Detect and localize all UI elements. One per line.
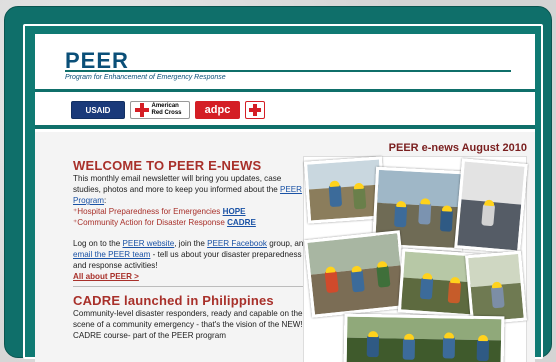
photo-4 (304, 230, 408, 318)
all-about-peer-link[interactable]: All about PEER > (73, 272, 139, 281)
brand-underline (65, 70, 511, 72)
contact-paragraph: Log on to the PEER website, join the PEE… (73, 238, 308, 271)
photo-3 (454, 158, 528, 254)
main-content: PEER e-news August 2010 WELCOME TO PEER … (35, 132, 535, 362)
cadre-link[interactable]: CADRE (227, 218, 256, 227)
email-peer-link[interactable]: email the PEER team (73, 250, 150, 259)
program-item-hope: ⁺Hospital Preparedness for Emergencies H… (73, 206, 308, 217)
header-banner: PEER Program for Enhancement of Emergenc… (35, 34, 535, 92)
item1-text: Hospital Preparedness for Emergencies (77, 207, 221, 216)
ifrc-icon (249, 104, 261, 116)
colon: : (104, 196, 107, 205)
peer-tagline: Program for Enhancement of Emergency Res… (65, 74, 226, 81)
outer-frame: PEER Program for Enhancement of Emergenc… (4, 6, 552, 362)
issue-date: PEER e-news August 2010 (388, 142, 527, 154)
welcome-heading: WELCOME TO PEER E-NEWS (73, 158, 262, 173)
photo-collage (303, 156, 528, 362)
inner-frame: PEER Program for Enhancement of Emergenc… (23, 24, 543, 362)
red-cross-label: American Red Cross (151, 103, 182, 116)
red-cross-logo[interactable]: American Red Cross (130, 101, 190, 119)
photo-7 (343, 313, 505, 362)
adpc-logo[interactable]: adpc (195, 101, 240, 119)
join-text: , join the (174, 239, 205, 248)
intro-text: This monthly email newsletter will bring… (73, 174, 282, 194)
item2-text: Community Action for Disaster Response (77, 218, 225, 227)
program-item-cadre: ⁺Community Action for Disaster Response … (73, 217, 308, 228)
newsletter-page: PEER Program for Enhancement of Emergenc… (35, 34, 535, 362)
cadre-heading: CADRE launched in Philippines (73, 293, 274, 308)
peer-facebook-link[interactable]: PEER Facebook (207, 239, 267, 248)
peer-website-link[interactable]: PEER website (123, 239, 175, 248)
red-cross-icon (134, 103, 149, 117)
photo-6 (465, 250, 527, 326)
all-about-row: All about PEER > (73, 271, 308, 282)
usaid-logo[interactable]: USAID (71, 101, 125, 119)
log-on-text: Log on to the (73, 239, 121, 248)
ifrc-logo[interactable] (245, 101, 265, 119)
cadre-text: Community-level disaster responders, rea… (73, 309, 303, 340)
section-divider (73, 286, 308, 287)
hope-link[interactable]: HOPE (223, 207, 246, 216)
welcome-intro: This monthly email newsletter will bring… (73, 173, 308, 206)
partner-logo-bar: USAID American Red Cross adpc (35, 95, 535, 129)
left-column: WELCOME TO PEER E-NEWS This monthly emai… (73, 158, 308, 341)
